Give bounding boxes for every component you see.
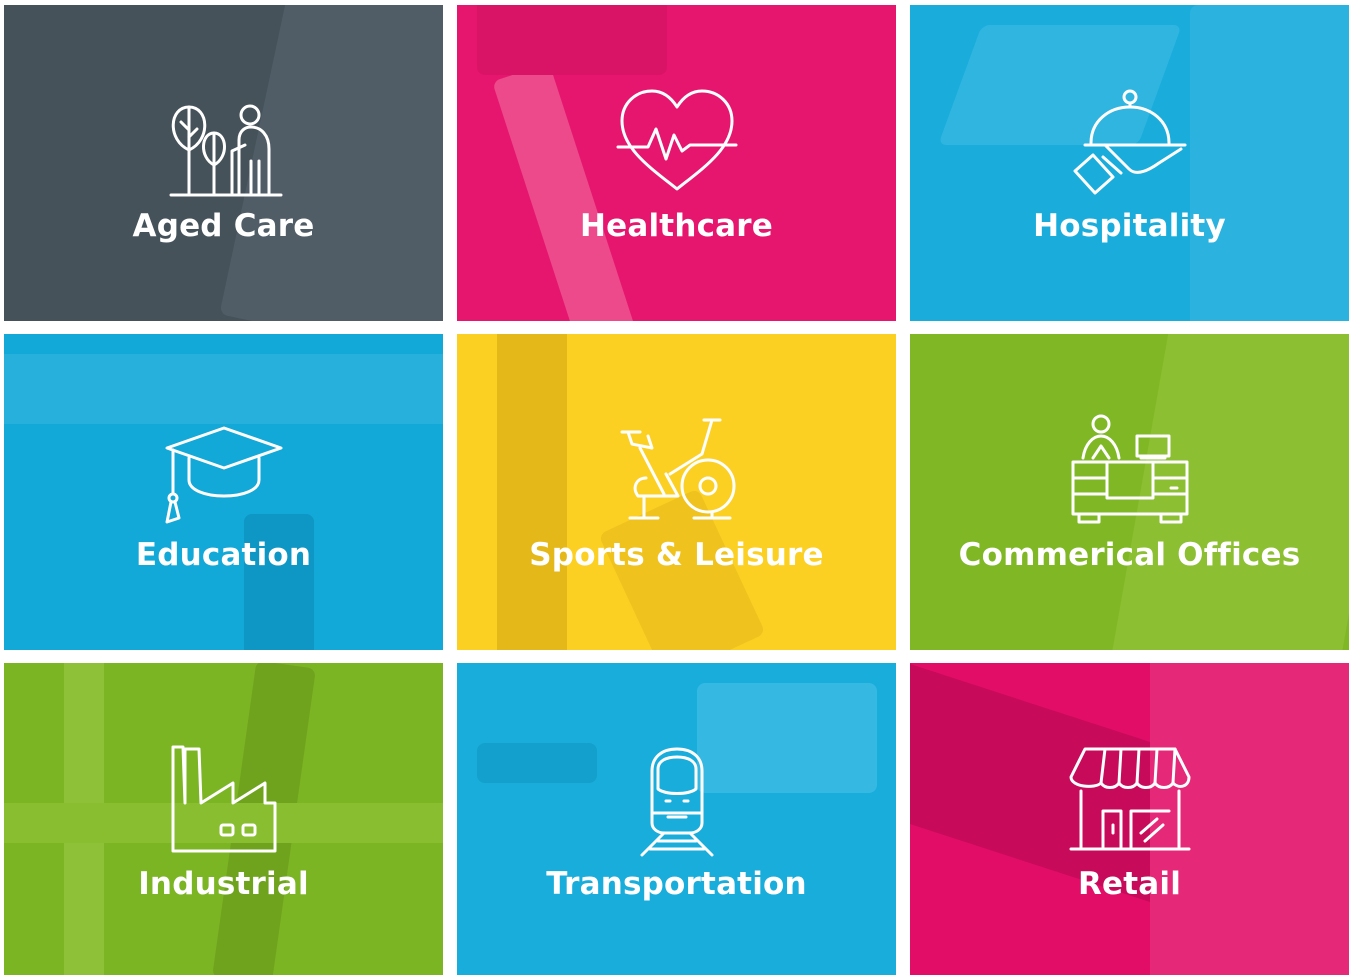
- tile-label: Education: [135, 537, 312, 573]
- tile-hospitality[interactable]: Hospitality: [910, 5, 1349, 321]
- tile-commercial-offices[interactable]: Commerical Offices: [910, 334, 1349, 650]
- exercise-bike-icon: [612, 414, 742, 534]
- tile-label: Industrial: [138, 866, 309, 902]
- tile-label: Transportation: [546, 866, 807, 902]
- tile-label: Aged Care: [132, 208, 315, 244]
- tile-aged-care[interactable]: Aged Care: [4, 5, 443, 321]
- tile-education[interactable]: Education: [4, 334, 443, 650]
- tile-label: Healthcare: [579, 208, 773, 244]
- tile-industrial[interactable]: Industrial: [4, 663, 443, 975]
- office-desk-icon: [1065, 414, 1195, 534]
- tile-healthcare[interactable]: Healthcare: [457, 5, 896, 321]
- storefront-icon: [1065, 743, 1195, 863]
- graduation-cap-icon: [159, 414, 289, 534]
- tile-sports-leisure[interactable]: Sports & Leisure: [457, 334, 896, 650]
- cloche-icon: [1065, 85, 1195, 205]
- factory-icon: [159, 743, 289, 863]
- tile-label: Sports & Leisure: [529, 537, 824, 573]
- tile-label: Commerical Offices: [958, 537, 1301, 573]
- aged-care-icon: [159, 85, 289, 205]
- tile-retail[interactable]: Retail: [910, 663, 1349, 975]
- heart-pulse-icon: [612, 85, 742, 205]
- tile-label: Hospitality: [1033, 208, 1226, 244]
- tile-label: Retail: [1077, 866, 1182, 902]
- train-icon: [612, 743, 742, 863]
- industry-grid: Aged Care Healthcare Hospitality Educati…: [4, 5, 1350, 975]
- tile-transportation[interactable]: Transportation: [457, 663, 896, 975]
